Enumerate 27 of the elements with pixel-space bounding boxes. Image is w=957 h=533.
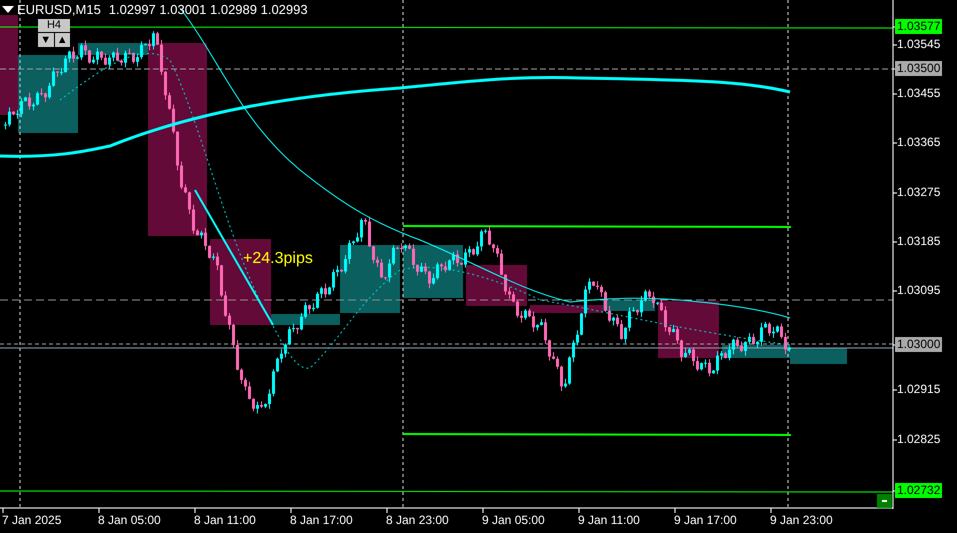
timeframe-button[interactable]: H4 <box>38 19 70 32</box>
price-label: 1.03545 <box>896 37 942 52</box>
price-label: 1.03577 <box>895 19 942 34</box>
time-label: 7 Jan 2025 <box>2 514 62 526</box>
symbol-title: EURUSD,M15 <box>17 3 101 16</box>
time-label: 9 Jan 11:00 <box>578 514 640 526</box>
time-label: 9 Jan 23:00 <box>770 514 833 526</box>
price-label: 1.02825 <box>896 432 942 447</box>
time-label: 9 Jan 17:00 <box>674 514 737 526</box>
price-label: 1.03275 <box>896 185 942 200</box>
ohlc-values: 1.02997 1.03001 1.02989 1.02993 <box>108 3 308 16</box>
price-label: 1.03500 <box>895 61 942 76</box>
price-label: 1.02732 <box>895 483 942 498</box>
time-label: 9 Jan 05:00 <box>482 514 545 526</box>
scroll-button[interactable]: ▲ <box>54 33 70 47</box>
time-label: 8 Jan 11:00 <box>194 514 256 526</box>
price-label: 1.03095 <box>896 283 942 298</box>
price-label: 1.03455 <box>896 86 942 101</box>
price-label: 1.03185 <box>896 234 942 249</box>
pips-annotation: +24.3pips <box>243 251 313 267</box>
price-label: 1.02915 <box>896 382 942 397</box>
time-label: 8 Jan 17:00 <box>290 514 353 526</box>
time-label: 8 Jan 23:00 <box>386 514 449 526</box>
price-label: 1.03000 <box>895 337 942 352</box>
scroll-button[interactable]: ▼ <box>38 33 54 47</box>
time-label: 8 Jan 05:00 <box>98 514 161 526</box>
price-label: 1.03365 <box>896 135 942 150</box>
